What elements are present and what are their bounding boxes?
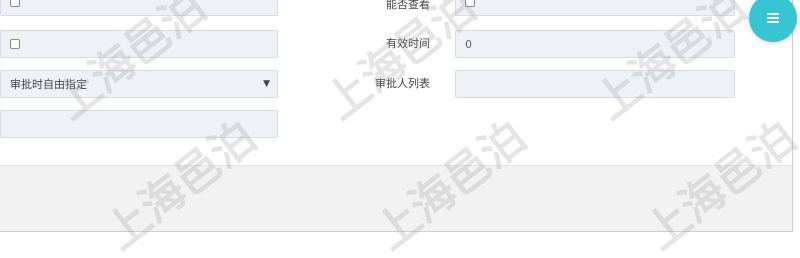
approver-mode-select[interactable]: 审批时自由指定 ▼ [0,70,278,98]
can-view-checkbox[interactable] [465,0,475,7]
approver-mode-value: 审批时自由指定 [10,78,87,91]
menu-icon [767,13,779,23]
form-footer [0,165,792,231]
valid-time-value: 0 [465,37,472,51]
valid-time-input[interactable]: 0 [455,30,735,58]
approver-list-input[interactable] [455,70,735,98]
checkbox[interactable] [10,39,20,49]
valid-time-label: 有效时间 [386,37,430,50]
checkbox-field-left-1[interactable] [0,0,278,16]
can-view-field[interactable] [455,0,735,16]
dropdown-arrow-icon: ▼ [263,79,270,89]
checkbox[interactable] [10,0,20,7]
approver-list-label: 审批人列表 [375,77,430,90]
checkbox-field-left-2[interactable] [0,30,278,58]
can-view-label: 能否查看 [386,0,430,11]
text-input-left-4[interactable] [0,110,278,138]
